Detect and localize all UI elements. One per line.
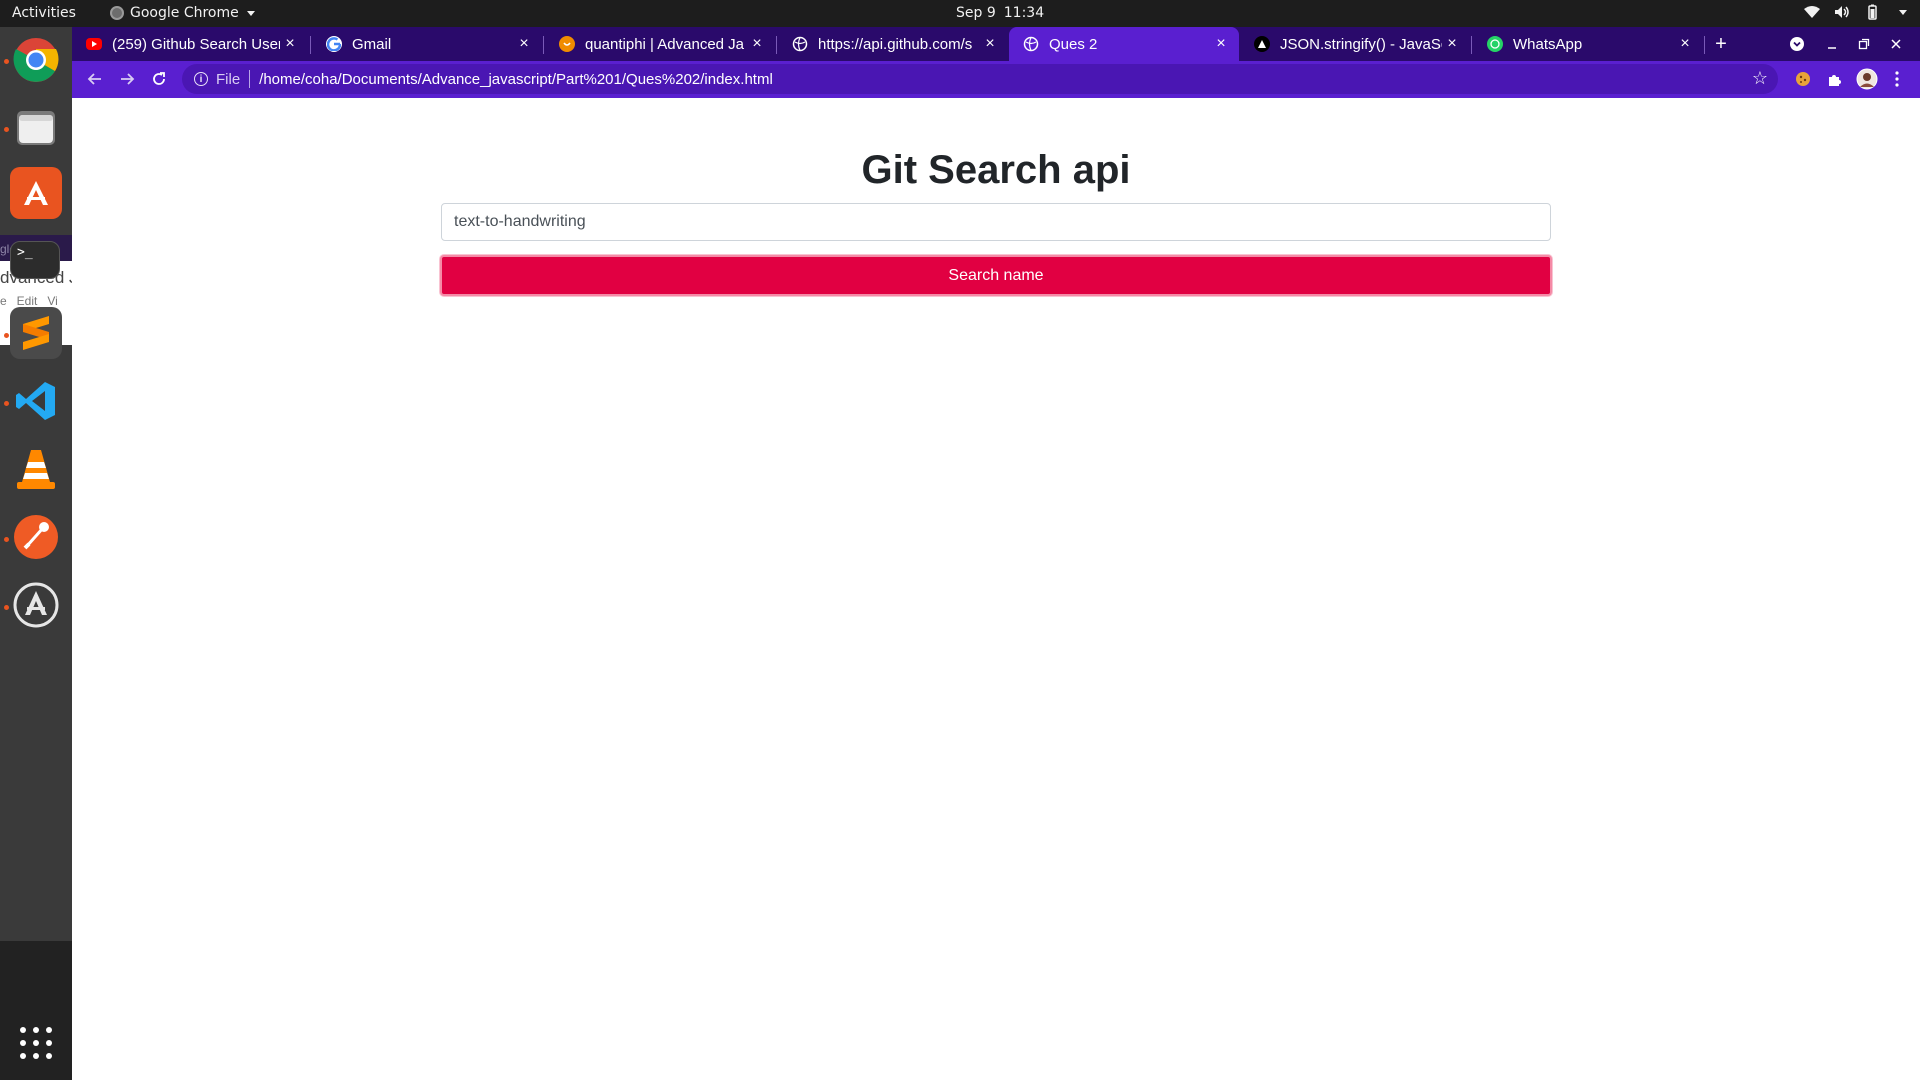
quantiphi-icon [559,36,575,52]
tab-title: quantiphi | Advanced Ja [585,35,745,53]
files-icon[interactable] [10,101,62,153]
chevron-down-icon [246,10,255,16]
address-url[interactable]: /home/coha/Documents/Advance_javascript/… [259,71,773,88]
address-separator [249,70,251,88]
tab-separator [1471,36,1472,54]
profile-avatar[interactable] [1854,66,1880,92]
tab-title: WhatsApp [1513,35,1583,53]
reload-icon [153,72,165,85]
close-icon[interactable]: × [280,34,300,54]
tab-title: https://api.github.com/s [818,35,973,53]
clock[interactable]: Sep 9 11:34 [956,5,1044,21]
arrow-left-icon [87,73,101,85]
kebab-menu-icon[interactable] [1884,66,1910,92]
tab-ques-2[interactable]: Ques 2 × [1009,27,1239,61]
software-updater-icon[interactable] [10,579,62,631]
whatsapp-icon [1487,36,1503,52]
clock-time: 11:34 [1003,5,1045,21]
system-menu-caret-icon [1894,4,1910,20]
chrome-app-icon [110,6,124,20]
running-indicator [4,333,9,338]
close-icon[interactable]: × [747,34,767,54]
vscode-icon[interactable] [10,375,62,427]
clock-date: Sep 9 [956,5,996,21]
new-tab-button[interactable]: + [1709,32,1733,56]
volume-icon [1834,4,1850,20]
activities-button[interactable]: Activities [12,5,76,21]
address-scheme: File [216,70,241,88]
tab-quantiphi[interactable]: quantiphi | Advanced Ja × [545,27,775,61]
running-indicator [4,59,9,64]
running-indicator [4,401,9,406]
system-tray[interactable] [1804,4,1910,20]
search-input[interactable] [441,203,1551,241]
app-menu-label: Google Chrome [130,5,239,21]
wifi-icon [1804,4,1820,20]
browser-toolbar: i File /home/coha/Documents/Advance_java… [72,61,1920,98]
page-title: Git Search api [861,148,1131,192]
tab-separator [776,36,777,54]
running-indicator [4,127,9,132]
tab-strip: (259) Github Search User × Gmail × quant… [72,27,1920,61]
tab-separator [310,36,311,54]
close-icon[interactable]: × [1675,34,1695,54]
reload-button[interactable] [146,66,172,92]
close-icon[interactable]: × [514,34,534,54]
globe-icon [792,36,808,52]
tab-search-icon[interactable] [1785,32,1809,56]
running-indicator [4,605,9,610]
cookie-extension-icon[interactable] [1790,66,1816,92]
tab-gmail[interactable]: Gmail × [312,27,542,61]
minimize-icon[interactable] [1820,32,1844,56]
youtube-icon [86,38,102,50]
forward-button[interactable] [114,66,140,92]
tab-api-github[interactable]: https://api.github.com/s × [778,27,1008,61]
system-top-bar: Activities Google Chrome Sep 9 11:34 [0,0,1920,27]
software-center-icon[interactable] [10,167,62,219]
info-icon[interactable]: i [194,72,208,86]
tab-json-stringify[interactable]: JSON.stringify() - JavaSc × [1240,27,1470,61]
close-icon[interactable]: × [1442,34,1462,54]
tab-title: Ques 2 [1049,35,1098,53]
battery-icon [1864,4,1880,20]
mdn-icon [1254,36,1270,52]
tab-separator [1704,36,1705,54]
bookmark-star-icon[interactable]: ☆ [1752,68,1768,89]
tab-title: JSON.stringify() - JavaSc [1280,35,1442,53]
tab-title: (259) Github Search User [112,35,280,53]
tab-separator [543,36,544,54]
back-button[interactable] [82,66,108,92]
postman-icon[interactable] [10,511,62,563]
app-menu[interactable]: Google Chrome [110,5,255,21]
close-window-icon[interactable] [1884,32,1908,56]
tab-title: Gmail [352,35,392,53]
running-indicator [4,537,9,542]
restore-icon[interactable] [1852,32,1876,56]
terminal-icon[interactable]: >_ [10,241,60,279]
vlc-icon[interactable] [10,443,62,495]
google-icon [326,36,342,52]
close-icon[interactable]: × [1211,34,1231,54]
tab-github-search-user[interactable]: (259) Github Search User × [72,27,308,61]
background-window-menu: e Edit Vi [0,294,58,308]
search-name-button[interactable]: Search name [440,255,1552,296]
arrow-right-icon [121,73,135,85]
address-bar[interactable]: i File /home/coha/Documents/Advance_java… [182,64,1778,94]
tab-whatsapp[interactable]: WhatsApp × [1473,27,1703,61]
extensions-puzzle-icon[interactable] [1822,66,1848,92]
page-content: Git Search api Search name [72,98,1920,1080]
chrome-icon[interactable] [10,34,62,86]
show-applications-icon[interactable] [20,1027,52,1059]
globe-icon [1023,36,1039,52]
dock: gle.com/do dvanced J e Edit Vi >_ [0,27,72,1080]
sublime-text-icon[interactable] [10,307,62,359]
close-icon[interactable]: × [980,34,1000,54]
